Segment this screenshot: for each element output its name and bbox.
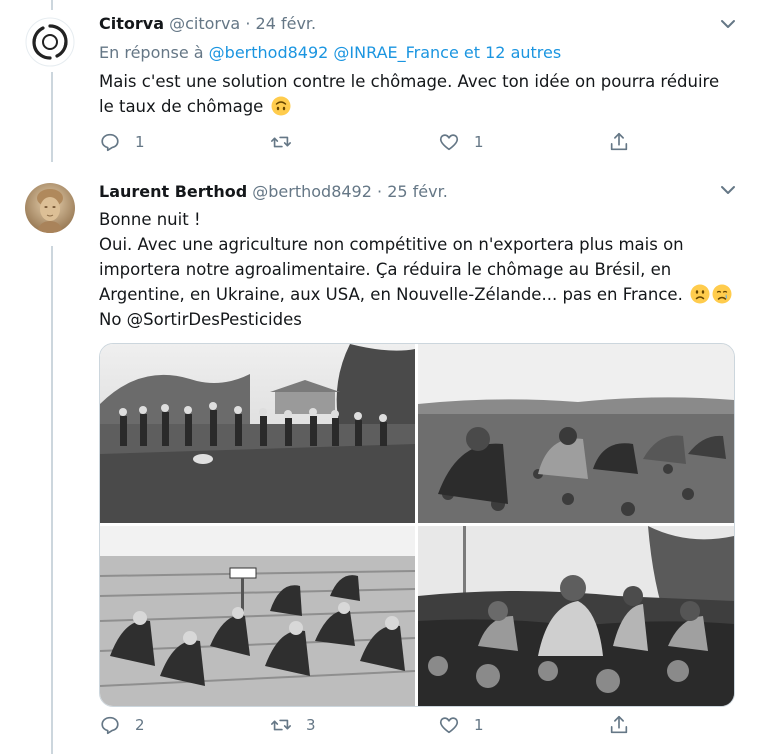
- tweet-date[interactable]: 25 févr.: [387, 182, 448, 201]
- field-workers-hoeing-photo[interactable]: [100, 344, 415, 523]
- tweet-header: Laurent Berthod @berthod8492 · 25 févr.: [99, 182, 448, 201]
- reply-count: 2: [135, 716, 145, 734]
- crying-face-icon: [712, 284, 732, 304]
- reply-count: 1: [135, 133, 145, 151]
- like-count: 1: [474, 716, 484, 734]
- share-button[interactable]: [608, 131, 630, 153]
- text-line: Bonne nuit !: [99, 210, 201, 229]
- reply-icon: [101, 133, 119, 152]
- text-line: Argentine, en Ukraine, aux USA, en Nouve…: [99, 285, 683, 304]
- retweet-icon: [271, 719, 291, 731]
- text-line: No @SortirDesPesticides: [99, 310, 302, 329]
- reply-button[interactable]: 2: [99, 714, 145, 736]
- children-weeding-rows-photo[interactable]: [100, 526, 415, 706]
- user-handle[interactable]: @berthod8492: [252, 182, 372, 201]
- tweet-actions: 1 1: [99, 131, 639, 155]
- text-line: importera notre agroalimentaire. Ça rédu…: [99, 260, 672, 279]
- text-line: Mais c'est une solution contre le chômag…: [99, 72, 720, 91]
- thread-connector: [51, 0, 53, 10]
- separator: ·: [377, 182, 383, 201]
- upside-down-face-icon: [271, 96, 291, 116]
- media-grid: [99, 343, 735, 707]
- avatar[interactable]: [25, 17, 75, 67]
- reply-prefix: En réponse à: [99, 43, 204, 62]
- reply-icon: [101, 716, 119, 735]
- tweet-header: Citorva @citorva · 24 févr.: [99, 14, 316, 33]
- tweet-actions: 2 3 1: [99, 714, 639, 738]
- chevron-down-icon[interactable]: [718, 14, 738, 34]
- thread-connector: [51, 246, 53, 754]
- like-icon: [439, 717, 459, 734]
- retweet-count: 3: [306, 716, 316, 734]
- mention-link[interactable]: @berthod8492: [209, 43, 329, 62]
- like-button[interactable]: 1: [438, 131, 484, 153]
- display-name[interactable]: Citorva: [99, 14, 164, 33]
- sad-face-icon: [690, 284, 710, 304]
- display-name[interactable]: Laurent Berthod: [99, 182, 247, 201]
- chevron-down-icon[interactable]: [718, 180, 738, 200]
- text-line: le taux de chômage: [99, 97, 264, 116]
- retweet-button[interactable]: 3: [270, 714, 316, 736]
- retweet-icon: [271, 136, 291, 148]
- tweet-text: Mais c'est une solution contre le chômag…: [99, 69, 719, 119]
- user-handle[interactable]: @citorva: [169, 14, 240, 33]
- avatar[interactable]: [25, 183, 75, 233]
- women-weeding-field-photo[interactable]: [418, 344, 734, 523]
- like-count: 1: [474, 133, 484, 151]
- tweet-text: Bonne nuit ! Oui. Avec une agriculture n…: [99, 207, 732, 332]
- share-button[interactable]: [608, 714, 630, 736]
- retweet-button[interactable]: [270, 131, 306, 153]
- others-link[interactable]: et 12 autres: [464, 43, 561, 62]
- like-button[interactable]: 1: [438, 714, 484, 736]
- tweet-date[interactable]: 24 févr.: [256, 14, 317, 33]
- thread-connector: [51, 72, 53, 162]
- reply-button[interactable]: 1: [99, 131, 145, 153]
- girls-harvesting-photo[interactable]: [418, 526, 734, 706]
- reply-context: En réponse à @berthod8492 @INRAE_France …: [99, 43, 561, 62]
- separator: ·: [245, 14, 251, 33]
- mention-link[interactable]: @INRAE_France: [333, 43, 458, 62]
- share-icon: [610, 132, 628, 151]
- text-line: Oui. Avec une agriculture non compétitiv…: [99, 235, 684, 254]
- share-icon: [610, 715, 628, 734]
- like-icon: [439, 134, 459, 151]
